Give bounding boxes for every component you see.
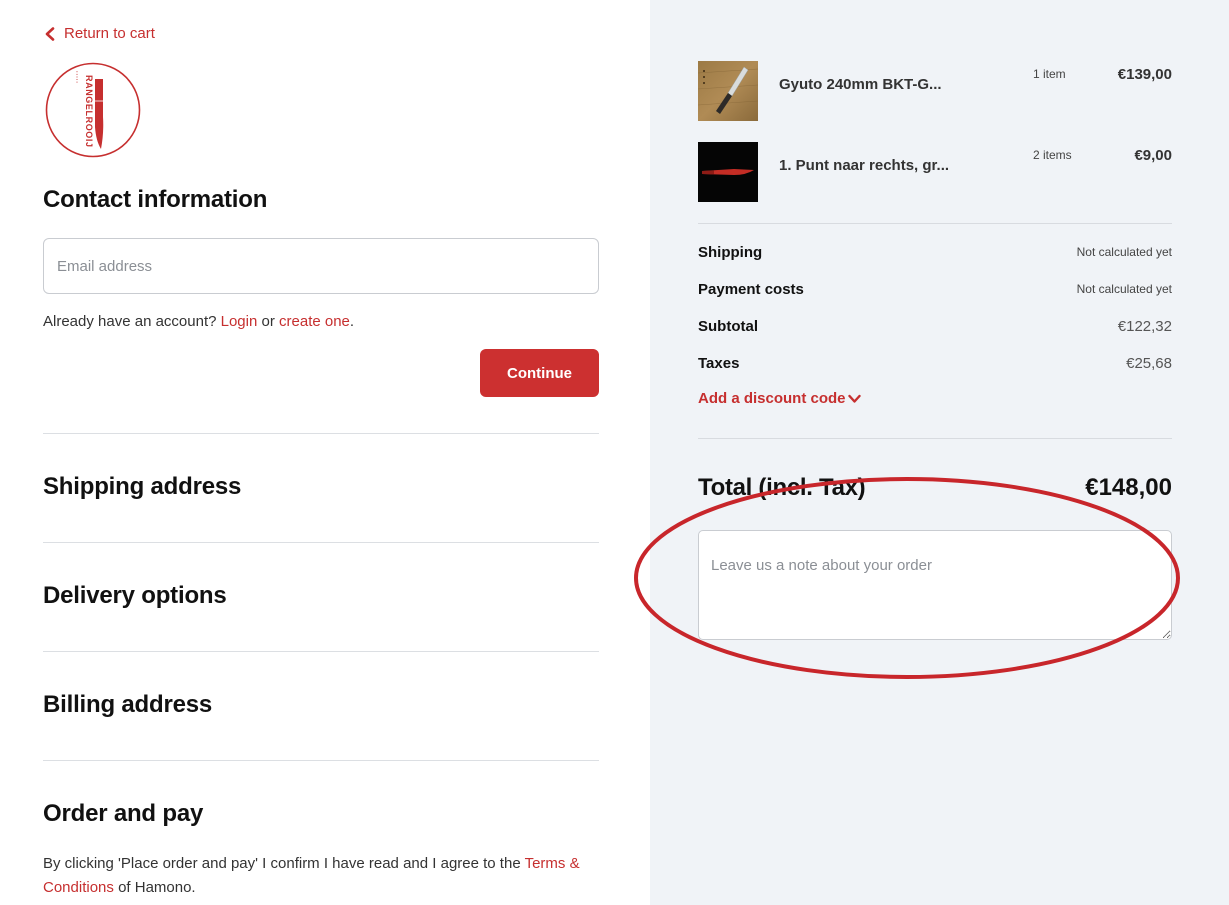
logo-wordmark: RANGELROOIJ (84, 75, 94, 148)
section-divider (43, 433, 599, 434)
or-text: or (261, 313, 275, 330)
contact-information-heading: Contact information (43, 186, 268, 213)
taxes-value: €25,68 (1126, 354, 1172, 372)
order-note-field[interactable] (698, 530, 1172, 640)
section-divider (43, 542, 599, 543)
cart-item: 1. Punt naar rechts, gr... 2 items €9,00 (698, 142, 1172, 202)
shipping-address-heading[interactable]: Shipping address (43, 473, 241, 501)
brand-logo[interactable]: RANGELROOIJ ••••• (44, 61, 142, 159)
svg-text:•••••: ••••• (75, 71, 80, 84)
payment-costs-label: Payment costs (698, 280, 804, 298)
account-prompt-text: Already have an account? (43, 313, 217, 330)
cart-item-price: €9,00 (1134, 147, 1172, 164)
subtotal-row: Subtotal €122,32 (698, 316, 1172, 336)
add-discount-code-toggle[interactable]: Add a discount code (698, 390, 861, 407)
chevron-left-icon (45, 26, 55, 41)
email-field[interactable] (43, 238, 599, 294)
taxes-row: Taxes €25,68 (698, 353, 1172, 373)
order-and-pay-heading[interactable]: Order and pay (43, 800, 203, 828)
payment-costs-value: Not calculated yet (1076, 282, 1172, 296)
cart-item: Gyuto 240mm BKT-G... 1 item €139,00 (698, 61, 1172, 121)
taxes-label: Taxes (698, 354, 740, 372)
login-link[interactable]: Login (221, 313, 258, 330)
discount-label: Add a discount code (698, 390, 846, 407)
billing-address-heading[interactable]: Billing address (43, 691, 212, 719)
total-label: Total (incl. Tax) (698, 474, 866, 501)
subtotal-value: €122,32 (1117, 317, 1172, 335)
shipping-row: Shipping Not calculated yet (698, 242, 1172, 262)
shipping-value: Not calculated yet (1076, 245, 1172, 259)
create-account-link[interactable]: create one (279, 313, 350, 330)
cart-item-quantity: 1 item (1033, 67, 1066, 81)
period-text: . (349, 313, 355, 330)
total-row: Total (incl. Tax) €148,00 (698, 474, 1172, 502)
total-value: €148,00 (1085, 474, 1172, 501)
section-divider (43, 651, 599, 652)
terms-suffix: of Hamono. (118, 879, 196, 896)
summary-divider (698, 223, 1172, 224)
terms-prefix: By clicking 'Place order and pay' I conf… (43, 855, 521, 872)
continue-button[interactable]: Continue (480, 349, 599, 397)
account-prompt: Already have an account? Login or create… (43, 313, 354, 330)
shipping-label: Shipping (698, 243, 763, 261)
checkout-form-panel: Return to cart RANGELROOIJ ••••• Contact… (0, 0, 650, 905)
subtotal-label: Subtotal (698, 317, 758, 335)
cart-item-price: €139,00 (1117, 66, 1172, 83)
return-to-cart-link[interactable]: Return to cart (44, 25, 155, 42)
cart-item-quantity: 2 items (1033, 148, 1072, 162)
cart-item-name: Gyuto 240mm BKT-G... (779, 76, 942, 93)
red-knife-icon (698, 142, 758, 202)
chevron-down-icon (847, 394, 861, 403)
return-to-cart-label: Return to cart (64, 25, 155, 42)
order-summary-panel: Gyuto 240mm BKT-G... 1 item €139,00 1. P… (650, 0, 1229, 905)
summary-divider (698, 438, 1172, 439)
delivery-options-heading[interactable]: Delivery options (43, 582, 227, 610)
terms-notice: By clicking 'Place order and pay' I conf… (43, 852, 603, 900)
section-divider (43, 760, 599, 761)
payment-costs-row: Payment costs Not calculated yet (698, 279, 1172, 299)
knife-on-wood-icon (698, 61, 758, 121)
cart-item-name: 1. Punt naar rechts, gr... (779, 157, 950, 174)
